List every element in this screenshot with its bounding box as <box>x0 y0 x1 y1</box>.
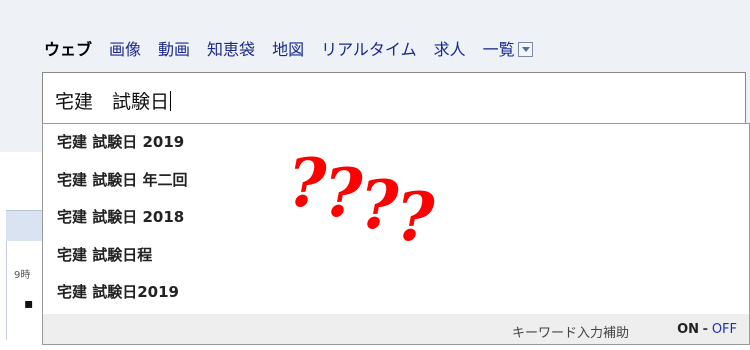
tab-web[interactable]: ウェブ <box>44 36 92 60</box>
search-query-text: 宅建 試験日 <box>55 91 170 113</box>
dropdown-arrow-icon[interactable] <box>517 41 533 57</box>
assist-off-link[interactable]: OFF <box>712 322 737 337</box>
search-query: 宅建 試験日 <box>55 87 172 114</box>
keyword-assist-label: キーワード入力補助 <box>511 326 629 341</box>
text-caret <box>170 91 172 111</box>
suggestion-item[interactable]: 宅建 試験日2019 <box>43 274 749 312</box>
tab-images[interactable]: 画像 <box>109 36 141 60</box>
background-snippet: 9時 <box>14 270 31 281</box>
background-tab <box>6 210 42 241</box>
assist-on-label: ON <box>677 322 699 337</box>
tab-more[interactable]: 一覧 <box>483 36 533 60</box>
search-tabs: ウェブ 画像 動画 知恵袋 地図 リアルタイム 求人 一覧 <box>44 36 533 60</box>
tab-more-label: 一覧 <box>482 40 515 59</box>
background-bullet: ▪ <box>24 296 34 312</box>
suggestion-item[interactable]: 宅建 試験日 年二回 <box>43 162 749 200</box>
tab-realtime[interactable]: リアルタイム <box>321 36 417 60</box>
suggestion-item[interactable]: 宅建 試験日 2019 <box>43 124 749 162</box>
suggestion-footer: キーワード入力補助 ON - OFF <box>43 314 749 344</box>
tab-map[interactable]: 地図 <box>272 36 304 60</box>
tab-jobs[interactable]: 求人 <box>434 36 466 60</box>
suggestion-dropdown: 宅建 試験日 2019 宅建 試験日 年二回 宅建 試験日 2018 宅建 試験… <box>42 123 750 345</box>
suggestion-item[interactable]: 宅建 試験日 2018 <box>43 199 749 237</box>
tab-video[interactable]: 動画 <box>158 36 190 60</box>
tab-chiebukuro[interactable]: 知恵袋 <box>207 36 255 60</box>
search-input[interactable]: 宅建 試験日 <box>42 72 746 124</box>
suggestion-item[interactable]: 宅建 試験日程 <box>43 237 749 275</box>
suggestion-list: 宅建 試験日 2019 宅建 試験日 年二回 宅建 試験日 2018 宅建 試験… <box>43 124 749 312</box>
assist-separator: - <box>702 322 708 337</box>
